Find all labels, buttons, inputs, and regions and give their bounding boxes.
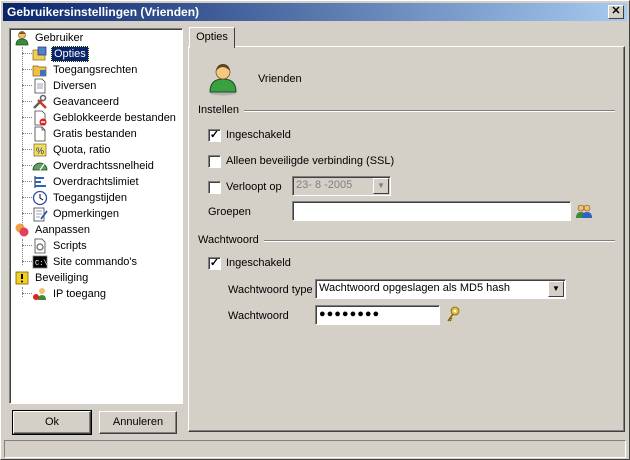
expires-date-field[interactable]: 23- 8 -2005 ▼ xyxy=(292,176,391,196)
expires-label: Verloopt op xyxy=(226,181,282,193)
chevron-down-icon: ▼ xyxy=(552,284,560,293)
password-type-dropdown-button[interactable]: ▼ xyxy=(548,281,564,297)
customize-icon xyxy=(15,223,29,237)
enabled-label: Ingeschakeld xyxy=(226,129,291,141)
blocked-file-icon xyxy=(34,110,47,126)
group-user-icon xyxy=(209,64,237,96)
svg-text:C:\: C:\ xyxy=(35,260,48,268)
chevron-down-icon: ▼ xyxy=(377,181,385,190)
dialog-window: Gebruikersinstellingen (Vrienden) ✕ Gebr… xyxy=(0,0,630,460)
group-name: Vrienden xyxy=(258,73,302,85)
speed-gauge-icon xyxy=(32,162,48,171)
console-icon: C:\ xyxy=(32,255,48,269)
key-icon[interactable] xyxy=(445,306,461,324)
folder-rights-icon xyxy=(32,65,47,77)
password-enabled-checkbox[interactable]: ✓ xyxy=(208,257,221,270)
password-type-label: Wachtwoord type xyxy=(228,284,313,296)
groups-label: Groepen xyxy=(208,206,251,218)
clock-icon xyxy=(32,190,48,206)
limit-icon xyxy=(34,176,46,188)
password-type-value: Wachtwoord opgeslagen als MD5 hash xyxy=(319,282,510,294)
title-bar: Gebruikersinstellingen (Vrienden) ✕ xyxy=(3,3,627,21)
password-type-select[interactable]: Wachtwoord opgeslagen als MD5 hash ▼ xyxy=(315,279,566,299)
check-icon: ✓ xyxy=(209,257,220,269)
quota-icon: % xyxy=(33,143,47,157)
section-password-divider xyxy=(264,240,615,242)
settings-tree[interactable]: Gebruiker Opties Toegangsrechten Diverse… xyxy=(9,28,183,404)
user-icon xyxy=(15,31,29,46)
tab-opties[interactable]: Opties xyxy=(189,27,235,48)
password-field[interactable]: ●●●●●●●● xyxy=(315,305,440,325)
section-password-title: Wachtwoord xyxy=(198,234,259,246)
expires-checkbox[interactable] xyxy=(208,181,221,194)
enabled-checkbox[interactable]: ✓ xyxy=(208,129,221,142)
ssl-label: Alleen beveiligde verbinding (SSL) xyxy=(226,155,395,167)
expires-date-value: 23- 8 -2005 xyxy=(296,179,353,191)
script-icon xyxy=(34,238,46,254)
cancel-button[interactable]: Annuleren xyxy=(99,411,177,434)
password-label: Wachtwoord xyxy=(228,310,289,322)
date-dropdown-button[interactable]: ▼ xyxy=(373,178,389,194)
window-title: Gebruikersinstellingen (Vrienden) xyxy=(7,5,200,19)
password-enabled-label: Ingeschakeld xyxy=(226,257,291,269)
select-groups-icon[interactable] xyxy=(575,203,593,219)
section-settings-title: Instellen xyxy=(198,104,239,116)
document-icon xyxy=(34,78,46,94)
options-icon xyxy=(32,46,47,61)
close-icon: ✕ xyxy=(611,5,621,17)
tools-icon xyxy=(33,94,47,109)
groups-field[interactable] xyxy=(292,201,571,221)
security-icon xyxy=(15,271,29,285)
file-icon xyxy=(34,126,46,142)
section-settings-divider xyxy=(244,110,615,112)
svg-text:%: % xyxy=(36,146,44,156)
status-bar xyxy=(4,440,626,458)
ip-access-icon xyxy=(33,288,46,300)
notes-icon xyxy=(33,207,48,222)
ok-button[interactable]: Ok xyxy=(12,410,92,435)
check-icon: ✓ xyxy=(209,129,220,141)
ssl-checkbox[interactable] xyxy=(208,155,221,168)
close-button[interactable]: ✕ xyxy=(608,5,624,19)
